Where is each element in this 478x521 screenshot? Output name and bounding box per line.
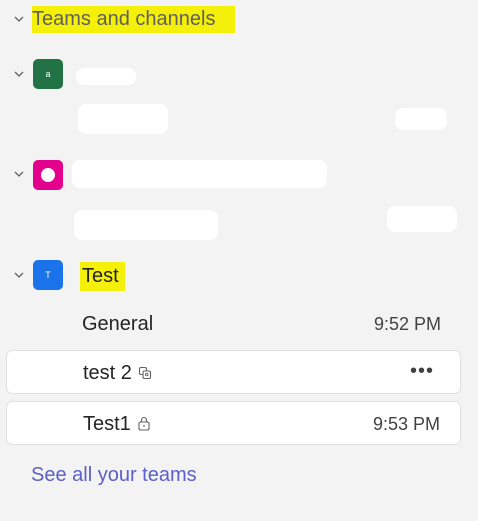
lock-icon [137,403,151,447]
channel-row-test-2[interactable]: test 2 ••• [6,350,461,394]
channel-time: 9:52 PM [373,314,441,334]
channel-time: 9:53 PM [372,414,440,434]
team-avatar[interactable]: a [33,59,63,89]
avatar-dot-icon [41,168,55,182]
team-avatar-letter: a [45,69,51,79]
channel-row-general[interactable]: General 9:52 PM [6,302,461,346]
channel-name: Test1 [83,413,131,435]
redacted-team-name [72,160,327,188]
channel-name: General [82,313,154,335]
see-all-teams-link[interactable]: See all your teams [31,461,197,489]
section-collapse-chevron-icon[interactable] [14,14,24,24]
team-collapse-chevron-icon[interactable] [14,169,24,179]
shared-channel-icon [138,352,152,396]
section-title: Teams and channels [32,6,236,33]
more-options-icon[interactable]: ••• [410,351,434,395]
team-avatar[interactable] [33,160,63,190]
redacted-channel-time [395,108,447,130]
redacted-channel-name [74,210,218,240]
channel-row-test1[interactable]: Test1 9:53 PM [6,401,461,445]
team-name[interactable]: Test [80,262,125,291]
channel-label-group: test 2 [83,351,152,395]
team-collapse-chevron-icon[interactable] [14,69,24,79]
channel-name: test 2 [83,362,132,384]
redacted-channel-name [78,104,168,134]
team-avatar-letter: T [45,270,51,280]
channel-label-group: Test1 [83,402,151,446]
team-avatar[interactable]: T [33,260,63,290]
redacted-channel-time [387,206,457,232]
team-collapse-chevron-icon[interactable] [14,270,24,280]
redacted-team-name [76,68,136,85]
